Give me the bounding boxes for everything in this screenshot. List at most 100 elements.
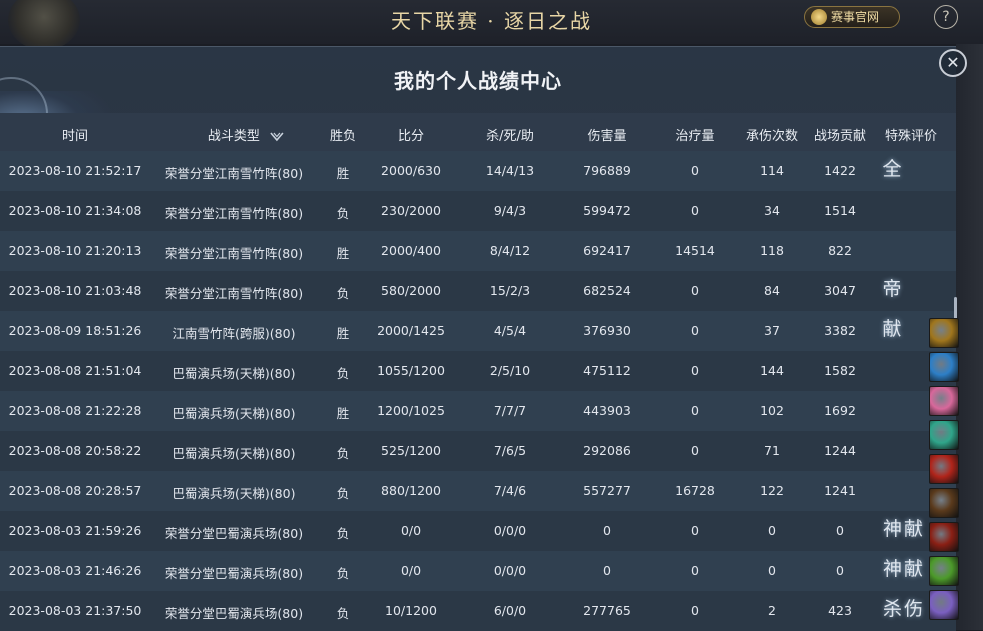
skill-icon-blue-vortex[interactable]: [929, 352, 959, 382]
close-button[interactable]: ✕: [939, 49, 967, 77]
cell-time: 2023-08-08 21:22:28: [8, 403, 142, 418]
skill-icon-jade-ring[interactable]: [929, 420, 959, 450]
record-list: 2023-08-10 21:52:17 荣誉分堂江南雪竹阵(80) 胜 2000/63…: [0, 151, 956, 631]
official-site-button[interactable]: 赛事官网: [804, 6, 900, 28]
cell-heal: 0: [691, 323, 699, 338]
col-time: 时间: [61, 129, 89, 144]
table-row[interactable]: 2023-08-03 21:46:26 荣誉分堂巴蜀演兵场(80) 负 0/0 0/0/…: [0, 551, 956, 591]
cell-time: 2023-08-03 21:59:26: [8, 523, 142, 538]
cell-battle-type: 荣誉分堂江南雪竹阵(80): [164, 206, 304, 221]
cell-battle-type: 巴蜀演兵场(天梯)(80): [172, 486, 296, 501]
cell-time: 2023-08-10 21:03:48: [8, 283, 142, 298]
cell-result: 负: [336, 446, 350, 461]
cell-hits-taken: 84: [764, 283, 780, 298]
col-rating: 特殊评价: [884, 129, 938, 144]
table-row[interactable]: 2023-08-08 20:28:57 巴蜀演兵场(天梯)(80) 负 880/120…: [0, 471, 956, 511]
cell-result: 负: [336, 366, 350, 381]
cell-battle-type: 荣誉分堂江南雪竹阵(80): [164, 166, 304, 181]
cell-heal: 0: [691, 203, 699, 218]
cell-contribution: 1582: [824, 363, 856, 378]
table-row[interactable]: 2023-08-10 21:20:13 荣誉分堂江南雪竹阵(80) 胜 2000/40…: [0, 231, 956, 271]
cell-heal: 0: [691, 283, 699, 298]
table-row[interactable]: 2023-08-08 21:22:28 巴蜀演兵场(天梯)(80) 胜 1200/10…: [0, 391, 956, 431]
cell-hits-taken: 122: [760, 483, 784, 498]
skill-icon-dark-blade[interactable]: [929, 488, 959, 518]
cell-hits-taken: 114: [760, 163, 784, 178]
cell-heal: 0: [691, 163, 699, 178]
cell-kda: 9/4/3: [493, 203, 527, 218]
table-row[interactable]: 2023-08-03 21:59:26 荣誉分堂巴蜀演兵场(80) 负 0/0 0/0/…: [0, 511, 956, 551]
table-row[interactable]: 2023-08-09 18:51:26 江南雪竹阵(跨服)(80) 胜 2000/14…: [0, 311, 956, 351]
help-button[interactable]: ?: [934, 5, 958, 29]
cell-time: 2023-08-08 21:51:04: [8, 363, 142, 378]
cell-battle-type: 荣誉分堂巴蜀演兵场(80): [164, 566, 304, 581]
special-rating-badge: 献: [882, 318, 904, 340]
cell-damage: 557277: [583, 483, 631, 498]
cell-score: 2000/630: [381, 163, 441, 178]
cell-heal: 0: [691, 443, 699, 458]
skill-icon-pink-blossom[interactable]: [929, 386, 959, 416]
cell-damage: 443903: [583, 403, 631, 418]
col-score: 比分: [397, 129, 425, 144]
skill-icon-red-fist[interactable]: [929, 454, 959, 484]
medal-icon: [811, 9, 827, 25]
cell-contribution: 1692: [824, 403, 856, 418]
cell-score: 880/1200: [381, 483, 441, 498]
cell-heal: 16728: [675, 483, 715, 498]
table-row[interactable]: 2023-08-08 21:51:04 巴蜀演兵场(天梯)(80) 负 1055/12…: [0, 351, 956, 391]
special-rating-badge: 神献: [882, 518, 926, 540]
cell-damage: 277765: [583, 603, 631, 618]
cell-score: 525/1200: [381, 443, 441, 458]
cell-damage: 599472: [583, 203, 631, 218]
cell-score: 580/2000: [381, 283, 441, 298]
cell-battle-type: 荣誉分堂巴蜀演兵场(80): [164, 606, 304, 621]
cell-contribution: 0: [836, 563, 844, 578]
table-row[interactable]: 2023-08-08 20:58:22 巴蜀演兵场(天梯)(80) 负 525/120…: [0, 431, 956, 471]
cell-kda: 7/6/5: [493, 443, 527, 458]
cell-kda: 14/4/13: [485, 163, 535, 178]
table-row[interactable]: 2023-08-03 21:37:50 荣誉分堂巴蜀演兵场(80) 负 10/1200…: [0, 591, 956, 631]
col-kda: 杀/死/助: [486, 129, 534, 144]
cell-contribution: 1241: [824, 483, 856, 498]
official-site-label: 赛事官网: [831, 10, 880, 24]
cell-score: 0/0: [400, 523, 422, 538]
cell-battle-type: 荣誉分堂巴蜀演兵场(80): [164, 526, 304, 541]
cell-damage: 0: [603, 563, 611, 578]
cell-result: 负: [336, 286, 350, 301]
cell-time: 2023-08-10 21:52:17: [8, 163, 142, 178]
cell-score: 2000/400: [381, 243, 441, 258]
cell-contribution: 0: [836, 523, 844, 538]
cell-damage: 376930: [583, 323, 631, 338]
cell-result: 负: [336, 606, 350, 621]
cell-kda: 7/7/7: [493, 403, 527, 418]
table-row[interactable]: 2023-08-10 21:52:17 荣誉分堂江南雪竹阵(80) 胜 2000/63…: [0, 151, 956, 191]
filter-chevron-icon: [270, 131, 284, 141]
cell-time: 2023-08-09 18:51:26: [8, 323, 142, 338]
cell-result: 胜: [336, 406, 350, 421]
skill-icon-green-palm[interactable]: [929, 556, 959, 586]
table-row[interactable]: 2023-08-10 21:03:48 荣誉分堂江南雪竹阵(80) 负 580/200…: [0, 271, 956, 311]
cell-hits-taken: 37: [764, 323, 780, 338]
col-type-filter[interactable]: 战斗类型: [208, 125, 284, 144]
top-bar: 天下联赛 · 逐日之战 赛事官网 ?: [0, 0, 983, 50]
table-row[interactable]: 2023-08-10 21:34:08 荣誉分堂江南雪竹阵(80) 负 230/200…: [0, 191, 956, 231]
cell-time: 2023-08-03 21:37:50: [8, 603, 142, 618]
cell-kda: 0/0/0: [493, 563, 527, 578]
cell-score: 10/1200: [385, 603, 437, 618]
cell-battle-type: 巴蜀演兵场(天梯)(80): [172, 446, 296, 461]
cell-kda: 4/5/4: [493, 323, 527, 338]
cell-hits-taken: 144: [760, 363, 784, 378]
cell-hits-taken: 118: [760, 243, 784, 258]
cell-heal: 0: [691, 363, 699, 378]
cell-result: 胜: [336, 246, 350, 261]
skill-icon-golden-beast[interactable]: [929, 318, 959, 348]
cell-kda: 8/4/12: [489, 243, 531, 258]
cell-damage: 692417: [583, 243, 631, 258]
cell-score: 1200/1025: [377, 403, 445, 418]
cell-time: 2023-08-08 20:58:22: [8, 443, 142, 458]
cell-hits-taken: 2: [768, 603, 776, 618]
skill-icon-violet-orb[interactable]: [929, 590, 959, 620]
col-result: 胜负: [329, 129, 357, 144]
skill-icon-crossed-spears[interactable]: [929, 522, 959, 552]
cell-contribution: 1514: [824, 203, 856, 218]
